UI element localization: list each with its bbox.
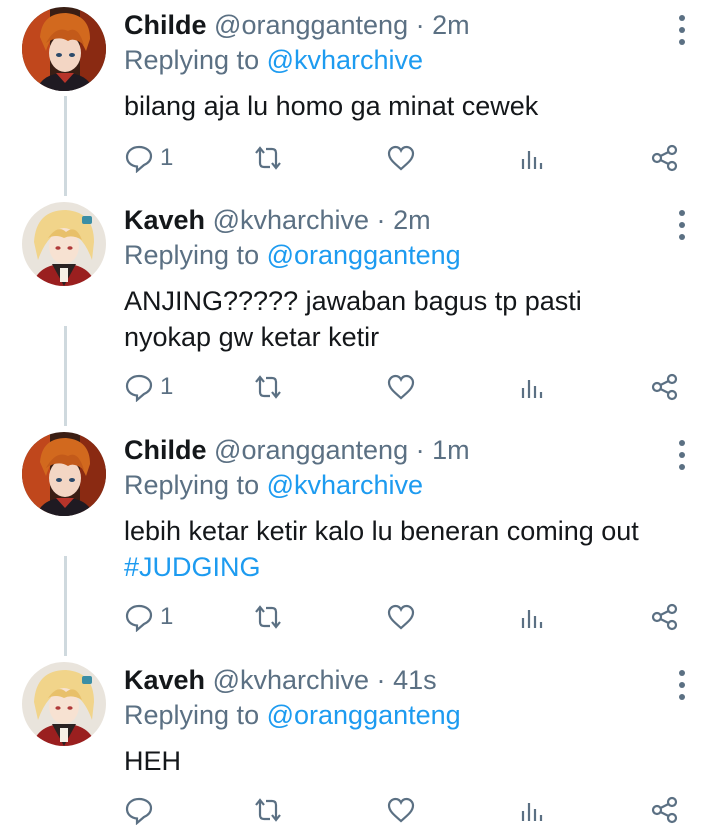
replying-to: Replying to @kvharchive (124, 468, 423, 502)
tweet-body: HEH (124, 746, 182, 776)
timestamp[interactable]: 2m (432, 10, 470, 40)
tweet-text: bilang aja lu homo ga minat cewek (124, 88, 704, 124)
tweet[interactable]: Childe @orangganteng · 1m Replying to @k… (0, 425, 720, 655)
heart-icon (387, 604, 415, 630)
avatar[interactable] (22, 662, 106, 746)
mention-link[interactable]: @orangganteng (267, 240, 461, 270)
tweet-text: lebih ketar ketir kalo lu beneran coming… (124, 513, 709, 585)
tweet-header: Kaveh @kvharchive · 41s (124, 663, 437, 697)
replying-to: Replying to @orangganteng (124, 238, 461, 272)
replying-to: Replying to @orangganteng (124, 698, 461, 732)
separator-dot: · (376, 205, 386, 235)
heart-icon (387, 797, 415, 823)
hashtag-link[interactable]: #JUDGING (124, 552, 261, 582)
retweet-icon (255, 146, 281, 170)
timestamp[interactable]: 41s (393, 665, 437, 695)
reply-icon (125, 145, 153, 173)
user-handle[interactable]: @kvharchive (213, 665, 369, 695)
separator-dot: · (415, 10, 425, 40)
retweet-button[interactable] (252, 597, 284, 637)
like-button[interactable] (386, 790, 416, 830)
retweet-button[interactable] (252, 138, 284, 178)
reply-button[interactable]: 1 (124, 597, 173, 637)
replying-to-label: Replying to (124, 700, 260, 730)
more-vertical-icon[interactable] (670, 437, 694, 473)
share-button[interactable] (650, 367, 680, 407)
display-name[interactable]: Childe (124, 10, 207, 40)
share-button[interactable] (650, 138, 680, 178)
action-bar: 1 (0, 367, 720, 407)
reply-count: 1 (160, 373, 174, 400)
reply-icon (125, 604, 153, 632)
like-button[interactable] (386, 597, 416, 637)
tweet-body: bilang aja lu homo ga minat cewek (124, 91, 539, 121)
analytics-button[interactable] (518, 790, 548, 830)
retweet-button[interactable] (252, 367, 284, 407)
tweet[interactable]: Kaveh @kvharchive · 41s Replying to @ora… (0, 655, 720, 833)
separator-dot: · (376, 665, 386, 695)
tweet[interactable]: Kaveh @kvharchive · 2m Replying to @oran… (0, 195, 720, 425)
analytics-button[interactable] (518, 138, 548, 178)
mention-link[interactable]: @kvharchive (267, 470, 423, 500)
action-bar: 1 (0, 597, 720, 637)
mention-link[interactable]: @orangganteng (267, 700, 461, 730)
reply-count: 1 (160, 603, 174, 630)
user-handle[interactable]: @orangganteng (214, 435, 408, 465)
tweet-body: ANJING????? jawaban bagus tp pasti nyoka… (124, 286, 582, 352)
tweet-header: Childe @orangganteng · 1m (124, 433, 470, 467)
analytics-button[interactable] (518, 597, 548, 637)
more-vertical-icon[interactable] (670, 667, 694, 703)
mention-link[interactable]: @kvharchive (267, 45, 423, 75)
tweet-header: Kaveh @kvharchive · 2m (124, 203, 431, 237)
display-name[interactable]: Kaveh (124, 665, 205, 695)
tweet-header: Childe @orangganteng · 2m (124, 8, 470, 42)
reply-button[interactable] (124, 790, 160, 830)
reply-icon (125, 797, 153, 825)
avatar[interactable] (22, 432, 106, 516)
share-icon (651, 603, 678, 631)
more-vertical-icon[interactable] (670, 12, 694, 48)
analytics-icon (521, 610, 543, 628)
share-button[interactable] (650, 597, 680, 637)
share-button[interactable] (650, 790, 680, 830)
tweet-body: lebih ketar ketir kalo lu beneran coming… (124, 516, 639, 546)
user-handle[interactable]: @kvharchive (213, 205, 369, 235)
action-bar (0, 790, 720, 830)
more-vertical-icon[interactable] (670, 207, 694, 243)
analytics-button[interactable] (518, 367, 548, 407)
share-icon (651, 796, 678, 824)
action-bar: 1 (0, 138, 720, 178)
analytics-icon (521, 151, 543, 169)
analytics-icon (521, 380, 543, 398)
share-icon (651, 144, 678, 172)
retweet-button[interactable] (252, 790, 284, 830)
separator-dot: · (415, 435, 425, 465)
reply-count: 1 (160, 144, 174, 171)
replying-to-label: Replying to (124, 45, 260, 75)
avatar[interactable] (22, 7, 106, 91)
replying-to-label: Replying to (124, 240, 260, 270)
avatar[interactable] (22, 202, 106, 286)
share-icon (651, 373, 678, 401)
retweet-icon (255, 798, 281, 822)
reply-button[interactable]: 1 (124, 367, 173, 407)
replying-to: Replying to @kvharchive (124, 43, 423, 77)
heart-icon (387, 145, 415, 171)
display-name[interactable]: Childe (124, 435, 207, 465)
analytics-icon (521, 803, 543, 821)
like-button[interactable] (386, 138, 416, 178)
retweet-icon (255, 605, 281, 629)
timestamp[interactable]: 1m (432, 435, 470, 465)
tweet-text: HEH (124, 743, 704, 779)
like-button[interactable] (386, 367, 416, 407)
heart-icon (387, 374, 415, 400)
reply-button[interactable]: 1 (124, 138, 173, 178)
reply-icon (125, 374, 153, 402)
display-name[interactable]: Kaveh (124, 205, 205, 235)
user-handle[interactable]: @orangganteng (214, 10, 408, 40)
retweet-icon (255, 375, 281, 399)
timestamp[interactable]: 2m (393, 205, 431, 235)
replying-to-label: Replying to (124, 470, 260, 500)
tweet-text: ANJING????? jawaban bagus tp pasti nyoka… (124, 283, 624, 355)
